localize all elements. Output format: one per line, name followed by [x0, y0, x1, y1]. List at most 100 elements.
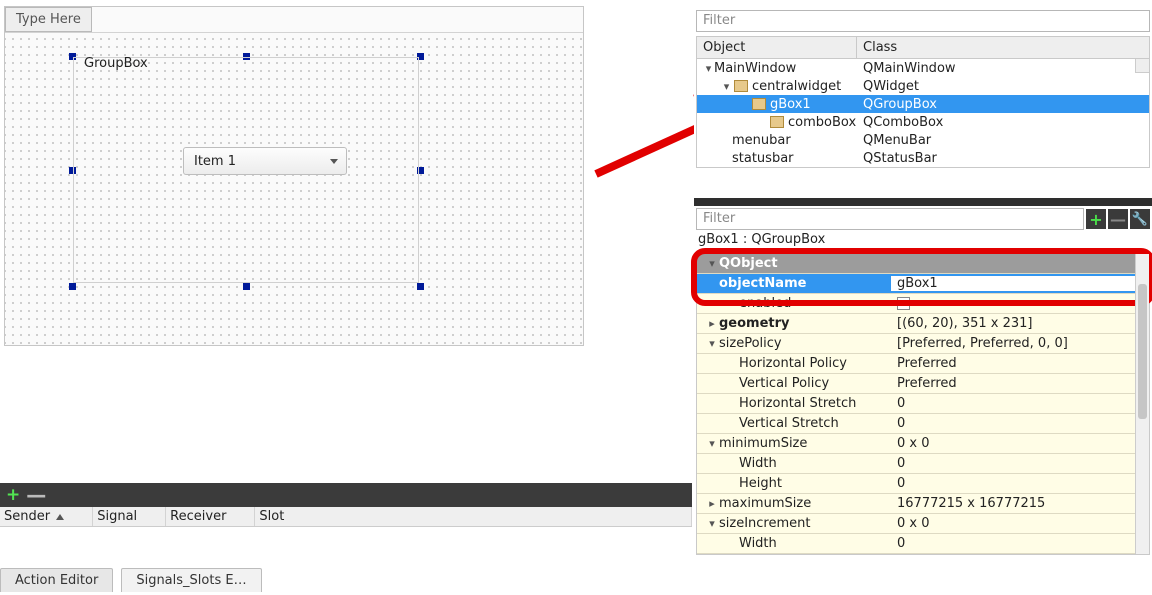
tree-row[interactable]: statusbar QStatusBar — [697, 149, 1149, 167]
property-row[interactable]: ▾sizePolicy[Preferred, Preferred, 0, 0] — [697, 334, 1149, 354]
expand-icon[interactable]: ▾ — [707, 257, 717, 270]
property-key-label: Vertical Policy — [739, 376, 829, 391]
signals-toolbar: + — — [0, 483, 692, 507]
tree-row[interactable]: menubarQMenuBar — [697, 131, 1149, 149]
property-table[interactable]: ▾QObjectobjectNamegBox1enabled✓▸geometry… — [696, 253, 1150, 555]
property-value[interactable]: 0 — [891, 536, 1149, 551]
property-key-label: Horizontal Policy — [739, 356, 847, 371]
property-key: ▾sizePolicy — [697, 336, 891, 351]
col-sender[interactable]: Sender — [0, 507, 93, 526]
property-row[interactable]: Height0 — [697, 474, 1149, 494]
form-canvas[interactable]: Type Here GroupBox Item 1 — [4, 6, 584, 346]
property-row[interactable]: Vertical Stretch0 — [697, 414, 1149, 434]
property-key-label: minimumSize — [719, 436, 807, 451]
resize-handle[interactable] — [417, 283, 424, 290]
object-tree[interactable]: ▾MainWindowQMainWindow▾centralwidgetQWid… — [696, 59, 1150, 168]
col-slot[interactable]: Slot — [255, 507, 692, 526]
tab-signals-slots[interactable]: Signals_Slots E… — [121, 568, 261, 592]
property-value[interactable]: 0 — [891, 396, 1149, 411]
property-row[interactable]: enabled ✓ — [697, 294, 1149, 314]
property-row[interactable]: ▾sizeIncrement0 x 0 — [697, 514, 1149, 534]
signals-header: Sender Signal Receiver Slot — [0, 507, 692, 527]
property-row[interactable]: Horizontal Stretch 0 — [697, 394, 1149, 414]
property-value[interactable]: ✓ — [891, 297, 1149, 310]
property-key: ▾sizeIncrement — [697, 516, 891, 531]
property-key-label: sizePolicy — [719, 336, 782, 351]
tree-cell-object: ▾centralwidget — [697, 79, 857, 94]
property-filter-row: Filter + — 🔧 — [696, 208, 1150, 230]
expand-icon[interactable]: ▾ — [721, 80, 732, 93]
property-value[interactable]: [Preferred, Preferred, 0, 0] — [891, 336, 1149, 351]
plus-icon[interactable]: + — [1086, 209, 1106, 229]
expand-icon[interactable]: ▾ — [707, 517, 717, 530]
form-menubar[interactable]: Type Here — [5, 7, 583, 33]
tree-class-label: QComboBox — [857, 115, 1149, 130]
widget-icon — [770, 116, 784, 128]
scrollbar-vertical[interactable] — [1135, 254, 1149, 554]
property-key-label: maximumSize — [719, 496, 811, 511]
resize-handle[interactable] — [69, 283, 76, 290]
property-value[interactable]: Preferred — [891, 356, 1149, 371]
property-value[interactable]: gBox1 — [891, 276, 1149, 291]
groupbox-title: GroupBox — [82, 56, 150, 71]
property-key: objectName — [697, 276, 891, 291]
tree-row[interactable]: comboBoxQComboBox — [697, 113, 1149, 131]
property-key-label: Horizontal Stretch — [739, 396, 856, 411]
property-filter-input[interactable]: Filter — [696, 208, 1084, 230]
object-filter-input[interactable]: Filter — [696, 10, 1150, 32]
tree-class-label: QStatusBar — [857, 151, 1149, 166]
property-key: Vertical Stretch — [697, 416, 891, 431]
property-value[interactable]: 0 — [891, 456, 1149, 471]
tree-object-label: menubar — [732, 133, 791, 148]
expand-icon[interactable]: ▸ — [707, 317, 717, 330]
expand-icon[interactable]: ▾ — [703, 62, 714, 75]
mid-splitter[interactable] — [694, 198, 1152, 206]
property-key: Horizontal Stretch — [697, 396, 891, 411]
tree-class-label: QGroupBox — [857, 97, 1149, 112]
property-key-label: enabled — [739, 296, 791, 311]
property-row[interactable]: Vertical Policy Preferred — [697, 374, 1149, 394]
property-value[interactable]: 0 — [891, 476, 1149, 491]
property-row[interactable]: ▸geometry[(60, 20), 351 x 231] — [697, 314, 1149, 334]
tree-row[interactable]: ▾centralwidgetQWidget — [697, 77, 1149, 95]
expand-icon[interactable]: ▸ — [707, 497, 717, 510]
tree-cell-object: menubar — [697, 133, 857, 148]
col-object[interactable]: Object — [697, 37, 857, 58]
checkbox[interactable]: ✓ — [897, 297, 910, 310]
resize-handle[interactable] — [243, 283, 250, 290]
property-value[interactable]: 0 x 0 — [891, 516, 1149, 531]
tree-row[interactable]: gBox1QGroupBox — [697, 95, 1149, 113]
property-row[interactable]: ▾minimumSize0 x 0 — [697, 434, 1149, 454]
property-row[interactable]: Width0 — [697, 534, 1149, 554]
wrench-icon[interactable]: 🔧 — [1130, 209, 1150, 229]
expand-icon[interactable]: ▾ — [707, 337, 717, 350]
property-row[interactable]: ▸maximumSize 16777215 x 16777215 — [697, 494, 1149, 514]
property-key: ▾minimumSize — [697, 436, 891, 451]
property-value[interactable]: [(60, 20), 351 x 231] — [891, 316, 1149, 331]
tree-row[interactable]: ▾MainWindowQMainWindow — [697, 59, 1149, 77]
property-value[interactable]: 16777215 x 16777215 — [891, 496, 1149, 511]
col-receiver[interactable]: Receiver — [166, 507, 255, 526]
plus-icon[interactable]: + — [6, 485, 20, 505]
tab-action-editor[interactable]: Action Editor — [0, 568, 113, 592]
expand-icon[interactable]: ▾ — [707, 437, 717, 450]
minus-icon[interactable]: — — [26, 488, 46, 502]
col-signal[interactable]: Signal — [93, 507, 166, 526]
tree-class-label: QMainWindow — [857, 61, 1149, 76]
property-value[interactable]: 0 — [891, 416, 1149, 431]
object-tree-header: Object Class — [696, 36, 1150, 59]
property-value[interactable]: Preferred — [891, 376, 1149, 391]
property-row[interactable]: Horizontal Policy Preferred — [697, 354, 1149, 374]
property-value[interactable]: 0 x 0 — [891, 436, 1149, 451]
tree-cell-object: ▾MainWindow — [697, 61, 857, 76]
property-key: ▸geometry — [697, 316, 891, 331]
combobox-widget[interactable]: Item 1 — [183, 147, 347, 175]
property-section-header[interactable]: ▾QObject — [697, 254, 1149, 274]
tree-cell-object: statusbar — [697, 151, 857, 166]
minus-icon[interactable]: — — [1108, 209, 1128, 229]
property-row[interactable]: Width0 — [697, 454, 1149, 474]
property-row[interactable]: objectNamegBox1 — [697, 274, 1149, 294]
menu-type-here[interactable]: Type Here — [5, 7, 92, 32]
col-class[interactable]: Class — [857, 37, 1149, 58]
tree-object-label: statusbar — [732, 151, 794, 166]
